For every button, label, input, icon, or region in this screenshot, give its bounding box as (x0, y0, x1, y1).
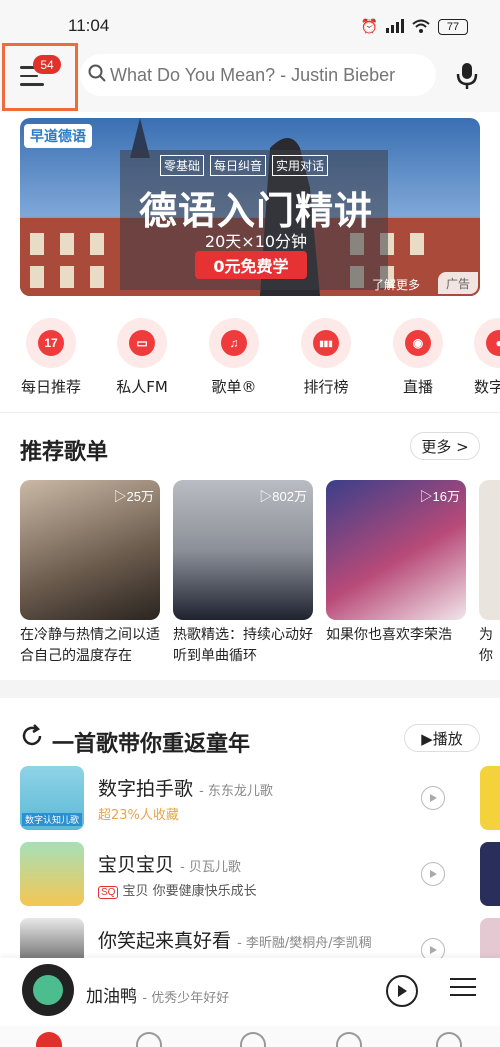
banner-tags: 零基础 每日纠音 实用对话 (160, 155, 329, 176)
playlist-card[interactable]: ▷25万 在冷静与热情之间以适合自己的温度存在 (20, 480, 160, 667)
nav-label: 排行榜 (303, 378, 349, 396)
play-count: ▷25万 (113, 489, 154, 504)
signal-icon (386, 18, 404, 37)
play-icon[interactable] (421, 862, 445, 886)
banner-tag: 实用对话 (272, 155, 329, 176)
recommend-title: 推荐歌单 (20, 440, 109, 465)
play-icon[interactable] (421, 786, 445, 810)
song-artist: - 东东龙儿歌 (199, 784, 273, 799)
calendar-icon: 17 (26, 318, 76, 368)
chart-icon: ▮▮▮ (301, 318, 351, 368)
status-icons: ⏰ 77 (361, 18, 468, 36)
next-column-cover[interactable] (480, 842, 500, 906)
banner-cta-button[interactable]: 0元免费学 (195, 251, 307, 279)
song-title: 宝贝宝贝 - 贝瓦儿歌 (98, 854, 241, 876)
playlist-icon: ♫ (209, 318, 259, 368)
banner-learn-more[interactable]: 了解更多 (372, 276, 420, 293)
song-artist: - 贝瓦儿歌 (180, 860, 241, 875)
song-section-title: 一首歌带你重返童年 (52, 732, 251, 757)
radio-icon: ▭ (117, 318, 167, 368)
nav-playlists[interactable]: ♫ 歌单® (198, 318, 270, 397)
section-separator (0, 680, 500, 698)
digital-icon: ● (474, 318, 500, 368)
playlist-card[interactable]: ▷802万 热歌精选：持续心动好听到单曲循环 (173, 480, 313, 667)
search-bar[interactable] (80, 54, 436, 96)
playlist-title: 如果你也喜欢李荣浩 (326, 627, 452, 643)
nav-charts[interactable]: ▮▮▮ 排行榜 (290, 318, 362, 397)
search-input[interactable] (110, 64, 436, 86)
menu-highlight-box (2, 43, 78, 111)
playlist-card[interactable]: ▷16万 如果你也喜欢李荣浩 (326, 480, 466, 646)
nav-label: 直播 (402, 378, 433, 396)
nav-label: 数字 (474, 378, 500, 396)
song-artist: - 李昕融/樊桐舟/李凯稠 (237, 936, 372, 951)
song-title: 你笑起来真好看 - 李昕融/樊桐舟/李凯稠 (98, 930, 372, 952)
playlist-cover: ▷25万 (20, 480, 160, 620)
playlist-queue-icon[interactable] (450, 978, 476, 1002)
divider (0, 412, 500, 413)
status-time: 11:04 (68, 16, 110, 35)
banner-subtitle: 20天×10分钟 (204, 232, 308, 251)
playlist-title: 热歌精选：持续心动好听到单曲循环 (173, 627, 313, 664)
nav-label: 歌单® (211, 378, 257, 396)
live-icon: ◉ (393, 318, 443, 368)
nav-label: 私人FM (116, 378, 168, 396)
nav-daily-recommend[interactable]: 17 每日推荐 (15, 318, 87, 397)
playlist-cover: ▷802万 (173, 480, 313, 620)
play-pause-icon[interactable] (386, 975, 418, 1007)
nav-label: 每日推荐 (20, 378, 81, 396)
song-subtitle: SQ 宝贝 你要健康快乐成长 (98, 880, 257, 899)
now-playing-disc[interactable] (22, 964, 74, 1016)
playlist-cover: ▷16万 (326, 480, 466, 620)
now-playing-artist: - 优秀少年好好 (142, 991, 230, 1006)
playlist-title: 为你 (479, 627, 493, 664)
more-button[interactable]: 更多 > (410, 432, 480, 460)
nav-live[interactable]: ◉ 直播 (382, 318, 454, 397)
banner-tag: 零基础 (160, 155, 205, 176)
banner-title: 德语入门精讲 (138, 189, 373, 233)
song-cover: 数字认知儿歌 (20, 766, 84, 830)
banner-tag: 每日纠音 (210, 155, 267, 176)
song-title: 数字拍手歌 - 东东龙儿歌 (98, 778, 273, 800)
refresh-icon[interactable] (20, 724, 44, 752)
sq-badge: SQ (98, 886, 119, 899)
alarm-icon: ⏰ (360, 19, 378, 35)
nav-private-fm[interactable]: ▭ 私人FM (106, 318, 178, 397)
song-row[interactable]: 数字认知儿歌 数字拍手歌 - 东东龙儿歌 超23%人收藏 (20, 766, 445, 832)
search-icon (88, 64, 106, 86)
song-subtitle: 超23%人收藏 (98, 808, 179, 823)
song-row[interactable]: 宝贝宝贝 - 贝瓦儿歌 SQ 宝贝 你要健康快乐成长 (20, 842, 445, 908)
banner-brand-logo: 早道德语 (24, 124, 92, 148)
wifi-icon (412, 18, 430, 37)
play-count: ▷802万 (259, 489, 307, 504)
play-count: ▷16万 (419, 489, 460, 504)
mini-player[interactable] (0, 958, 500, 1026)
playlist-card[interactable]: 为你 (479, 480, 500, 667)
next-column-cover[interactable] (480, 766, 500, 830)
playlist-cover (479, 480, 500, 620)
nav-digital[interactable]: ● 数字 (474, 318, 500, 397)
microphone-icon[interactable] (452, 60, 482, 90)
play-all-button[interactable]: ▶播放 (404, 724, 480, 752)
battery-icon: 77 (438, 19, 468, 35)
now-playing-title[interactable]: 加油鸭 - 优秀少年好好 (86, 982, 229, 1007)
banner-ad-label: 广告 (438, 272, 478, 294)
playlist-title: 在冷静与热情之间以适合自己的温度存在 (20, 627, 160, 664)
song-cover (20, 842, 84, 906)
